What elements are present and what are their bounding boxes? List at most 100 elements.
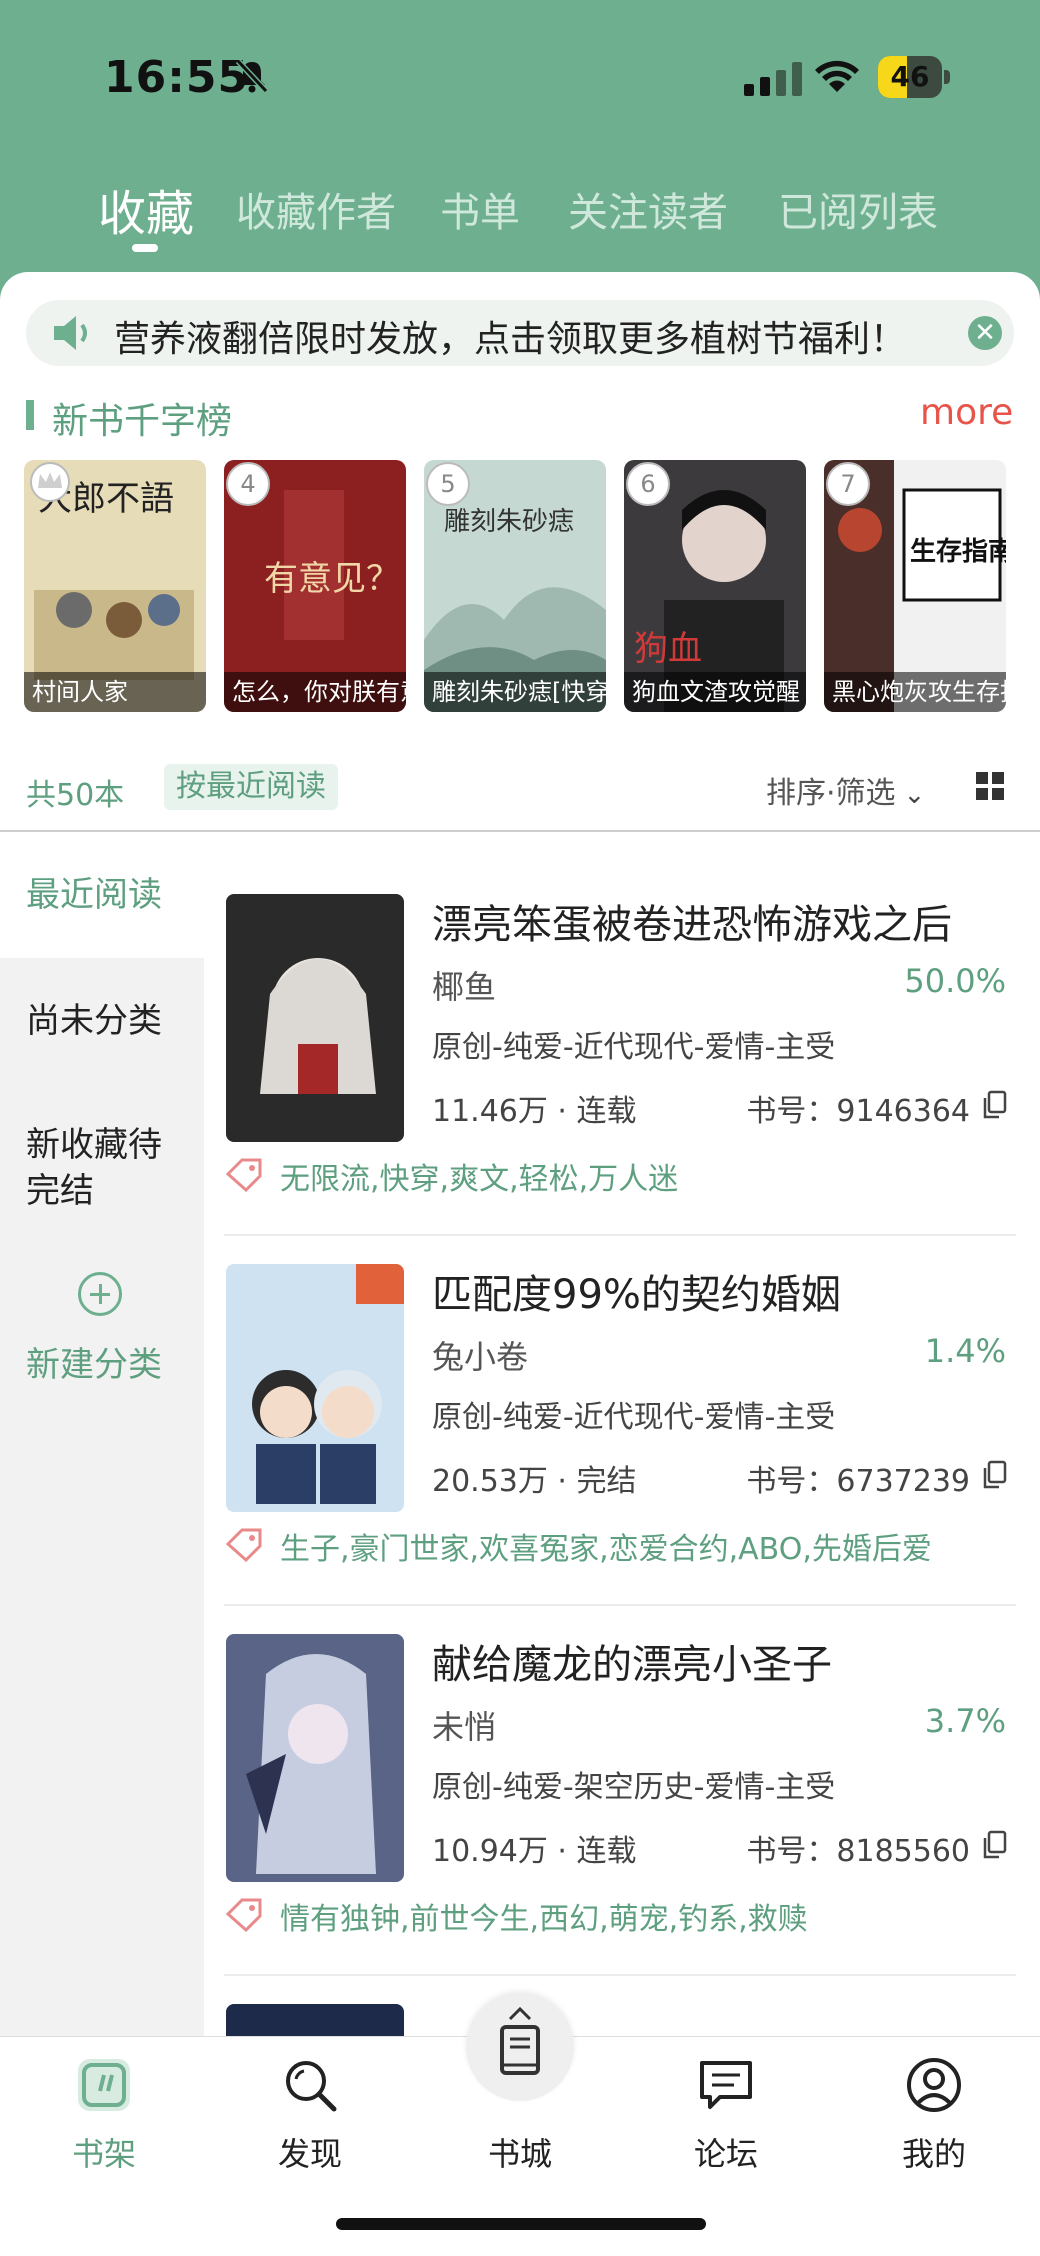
book-author[interactable]: 未悄 <box>432 1702 496 1748</box>
ranking-book-title: 狗血文渣攻觉醒 <box>624 672 806 712</box>
chevron-up-icon <box>508 2006 532 2021</box>
book-genre: 原创-纯爱-近代现代-爱情-主受 <box>432 1400 836 1435</box>
sort-filter-label: 排序·筛选 <box>766 776 896 811</box>
book-author[interactable]: 椰鱼 <box>432 962 496 1008</box>
notice-text: 营养液翻倍限时发放，点击领取更多植树节福利！ <box>114 319 907 360</box>
nav-label: 书城 <box>487 2135 552 2173</box>
battery-percent: 46 <box>890 60 930 93</box>
book-id: 书号：6737239 <box>746 1464 970 1499</box>
grid-view-icon[interactable] <box>976 772 1004 800</box>
ranking-book-card[interactable]: 大郎不語 村间人家 <box>24 460 206 712</box>
add-category-button[interactable]: 新建分类 <box>26 1342 162 1388</box>
battery-indicator: 46 <box>878 56 950 98</box>
book-id: 书号：8185560 <box>746 1834 970 1869</box>
book-tags: 无限流,快穿,爽文,轻松,万人迷 <box>280 1162 679 1197</box>
rank-number: 4 <box>226 462 270 506</box>
ranking-title: 新书千字榜 <box>52 401 233 442</box>
book-title[interactable]: 献给魔龙的漂亮小圣子 <box>432 1632 832 1690</box>
status-bar: 16:55 46 <box>0 0 1040 150</box>
sort-chip[interactable]: 按最近阅读 <box>164 764 338 810</box>
ranking-book-title: 村间人家 <box>24 672 206 712</box>
book-cover <box>226 894 404 1142</box>
status-time: 16:55 <box>104 52 250 103</box>
cover-title: 生存指南 <box>910 537 1006 567</box>
nav-label: 论坛 <box>693 2135 758 2173</box>
silent-bell-icon <box>235 58 269 94</box>
ranking-book-card[interactable]: 雕刻朱砂痣 雕刻朱砂痣[快穿] 5 <box>424 460 606 712</box>
more-link[interactable]: more <box>920 392 1013 433</box>
book-wordcount: 10.94万 · 连载 <box>432 1834 637 1869</box>
book-genre: 原创-纯爱-架空历史-爱情-主受 <box>432 1770 836 1805</box>
tab-read-list[interactable]: 已阅列表 <box>778 180 938 238</box>
search-icon <box>286 2061 337 2112</box>
wifi-icon <box>815 60 859 92</box>
nav-label: 发现 <box>277 2135 342 2173</box>
signal-icon <box>744 62 802 96</box>
tag-icon <box>226 1898 262 1932</box>
ranking-book-title: 黑心炮灰攻生存指南 <box>824 672 1006 712</box>
book-item[interactable]: 匹配度99%的契约婚姻 兔小卷 1.4% 原创-纯爱-近代现代-爱情-主受 20… <box>224 1256 1016 1628</box>
book-item[interactable]: 漂亮笨蛋被卷进恐怖游戏之后 椰鱼 50.0% 原创-纯爱-近代现代-爱情-主受 … <box>224 886 1016 1258</box>
active-tab-indicator <box>132 244 158 252</box>
cover-title: 狗血 <box>634 629 702 669</box>
book-genre: 原创-纯爱-近代现代-爱情-主受 <box>432 1030 836 1065</box>
book-author[interactable]: 兔小卷 <box>432 1332 528 1378</box>
tab-followed-readers[interactable]: 关注读者 <box>568 180 728 238</box>
ranking-book-title: 雕刻朱砂痣[快穿] <box>424 672 606 712</box>
tag-icon <box>226 1528 262 1562</box>
book-cover <box>226 2004 404 2036</box>
rank-number: 6 <box>626 462 670 506</box>
book-wordcount: 20.53万 · 完结 <box>432 1464 637 1499</box>
cover-title: 有意见？ <box>264 559 400 599</box>
book-tags: 生子,豪门世家,欢喜冤家,恋爱合约,ABO,先婚后爱 <box>280 1532 932 1567</box>
nav-label: 书架 <box>71 2135 136 2173</box>
ranking-book-card[interactable]: 狗血 狗血文渣攻觉醒 6 <box>624 460 806 712</box>
chevron-down-icon: ⌄ <box>903 780 926 810</box>
tab-favorite-authors[interactable]: 收藏作者 <box>236 180 396 238</box>
crown-icon <box>30 462 70 502</box>
book-title[interactable]: 匹配度99%的契约婚姻 <box>432 1262 841 1320</box>
tag-icon <box>226 1158 262 1192</box>
nav-bookshelf[interactable]: 书架 <box>34 2037 174 2187</box>
read-progress: 3.7% <box>924 1702 1006 1740</box>
tab-favorites[interactable]: 收藏 <box>98 174 194 244</box>
cover-title: 雕刻朱砂痣 <box>444 507 574 537</box>
book-cover <box>226 1264 404 1512</box>
ranking-book-title: 怎么，你对朕有意见 <box>224 672 406 712</box>
ranking-book-card[interactable]: 有意见？ 怎么，你对朕有意见 4 <box>224 460 406 712</box>
copy-icon[interactable] <box>982 1460 1008 1490</box>
notice-banner[interactable]: 营养液翻倍限时发放，点击领取更多植树节福利！ ✕ <box>26 300 1014 366</box>
book-count: 共50本 <box>26 778 125 813</box>
nav-label: 我的 <box>901 2135 966 2173</box>
chat-icon <box>700 2061 752 2109</box>
sidebar-item-pending[interactable]: 新收藏待 完结 <box>26 1122 162 1214</box>
sidebar-item-uncategorized[interactable]: 尚未分类 <box>26 998 162 1044</box>
read-progress: 1.4% <box>924 1332 1006 1370</box>
nav-me[interactable]: 我的 <box>864 2037 1004 2187</box>
rank-number: 5 <box>426 462 470 506</box>
nav-forum[interactable]: 论坛 <box>656 2037 796 2187</box>
book-id: 书号：9146364 <box>746 1094 970 1129</box>
copy-icon[interactable] <box>982 1830 1008 1860</box>
sidebar-item-recent[interactable]: 最近阅读 <box>26 872 162 918</box>
book-cover <box>226 1634 404 1882</box>
rank-number: 7 <box>826 462 870 506</box>
book-item[interactable]: 献给魔龙的漂亮小圣子 未悄 3.7% 原创-纯爱-架空历史-爱情-主受 10.9… <box>224 1626 1016 1998</box>
close-icon[interactable]: ✕ <box>968 316 1002 350</box>
tab-book-lists[interactable]: 书单 <box>440 180 520 238</box>
home-indicator <box>336 2218 706 2230</box>
book-title[interactable]: 漂亮笨蛋被卷进恐怖游戏之后 <box>432 892 952 950</box>
nav-discover[interactable]: 发现 <box>240 2037 380 2187</box>
profile-icon <box>907 2058 961 2112</box>
add-category-icon[interactable] <box>78 1272 122 1316</box>
ranking-book-card[interactable]: 生存指南 黑心炮灰攻生存指南 7 <box>824 460 1006 712</box>
speaker-icon <box>54 316 87 350</box>
sort-filter-button[interactable]: 排序·筛选 ⌄ <box>766 768 925 812</box>
read-progress: 50.0% <box>904 962 1006 1000</box>
copy-icon[interactable] <box>982 1090 1008 1120</box>
nav-bookstore[interactable]: 书城 <box>450 2037 590 2187</box>
book-wordcount: 11.46万 · 连载 <box>432 1094 637 1129</box>
top-tabs: 收藏 收藏作者 书单 关注读者 已阅列表 <box>0 180 1040 260</box>
bookshelf-icon <box>78 2059 130 2111</box>
book-tags: 情有独钟,前世今生,西幻,萌宠,钓系,救赎 <box>280 1902 808 1937</box>
